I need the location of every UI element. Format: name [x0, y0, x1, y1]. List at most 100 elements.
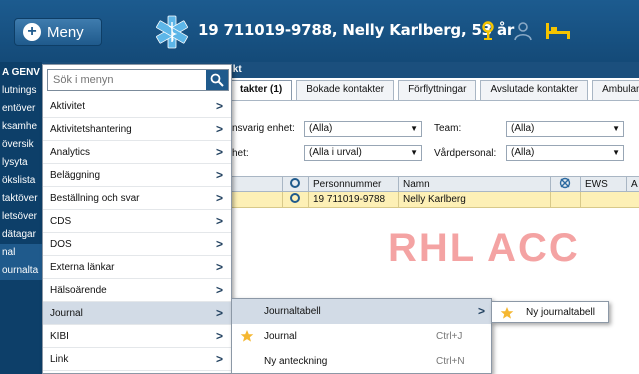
menu-item-dos[interactable]: DOS > — [43, 233, 231, 256]
menu-button[interactable]: + Meny — [14, 18, 102, 46]
filter-label-het: het: — [232, 148, 249, 159]
cell-namn: Nelly Karlberg — [398, 192, 550, 207]
filter-label-team: Team: — [434, 123, 462, 134]
sidebar-item[interactable]: entöver — [0, 100, 42, 118]
tab-ambulans[interactable]: Ambulans — [592, 80, 639, 100]
patient-info: 19 711019-9788, Nelly Karlberg, 53 år — [198, 21, 515, 39]
submenu-item-ny-journaltabell[interactable]: Ny journaltabell — [526, 302, 595, 324]
menu-search-input[interactable] — [48, 70, 206, 90]
sidebar-item[interactable]: dätagar — [0, 226, 42, 244]
urval-select[interactable]: (Alla i urval) ▼ — [304, 145, 422, 161]
chevron-right-icon: > — [215, 283, 223, 297]
menu-item-label: Link — [50, 354, 69, 365]
sidebar-item[interactable]: ournalta — [0, 262, 42, 280]
tab-forflyttningar[interactable]: Förflyttningar — [398, 80, 477, 100]
chevron-right-icon: > — [215, 352, 223, 366]
chevron-right-icon: > — [215, 168, 223, 182]
tab-divider — [230, 100, 639, 101]
chevron-right-icon: > — [215, 191, 223, 205]
menu-button-label: Meny — [47, 23, 84, 41]
menu-item-label: Analytics — [50, 147, 91, 158]
chevron-right-icon: > — [215, 237, 223, 251]
menu-item-label: Beställning och svar — [50, 193, 140, 204]
menu-item-analytics[interactable]: Analytics > — [43, 141, 231, 164]
column-a[interactable]: A — [626, 177, 639, 192]
star-icon — [240, 330, 254, 342]
staff-column-icon[interactable] — [282, 177, 308, 192]
menu-item-journal[interactable]: Journal > — [43, 302, 231, 325]
chevron-right-icon: > — [215, 306, 223, 320]
cell-flag — [550, 192, 580, 207]
sidebar-item[interactable]: ksamhe — [0, 118, 42, 136]
sidebar-item[interactable]: letsöver — [0, 208, 42, 226]
menu-item-label: Aktivitetshantering — [50, 124, 132, 135]
menu-item-kibi[interactable]: KIBI > — [43, 325, 231, 348]
cell-ews — [580, 192, 626, 207]
sidebar-item[interactable]: översik — [0, 136, 42, 154]
team-select-value: (Alla) — [511, 123, 535, 134]
menu-item-belaggning[interactable]: Beläggning > — [43, 164, 231, 187]
tab-strip: takter (1) Bokade kontakter Förflyttning… — [230, 80, 639, 100]
submenu-item-journaltabell[interactable]: Journaltabell > — [232, 299, 491, 324]
menu-item-label: CDS — [50, 216, 72, 227]
star-of-life-icon — [156, 15, 188, 49]
flag-column-icon[interactable] — [550, 177, 580, 192]
menu-item-aktivitet[interactable]: Aktivitet > — [43, 95, 231, 118]
sidebar-item[interactable]: ökslista — [0, 172, 42, 190]
cell-personnummer: 19 711019-9788 — [308, 192, 398, 207]
menu-item-aktivitetshantering[interactable]: Aktivitetshantering > — [43, 118, 231, 141]
vardpersonal-select[interactable]: (Alla) ▼ — [506, 145, 624, 161]
menu-item-label: Aktivitet — [50, 101, 86, 112]
person-icon[interactable] — [512, 18, 534, 44]
sidebar-item[interactable]: lutnings — [0, 82, 42, 100]
tab-bokade-kontakter[interactable]: Bokade kontakter — [296, 80, 395, 100]
menu-item-externa-lankar[interactable]: Externa länkar > — [43, 256, 231, 279]
chevron-down-icon: ▼ — [410, 124, 418, 133]
plus-icon: + — [23, 23, 41, 41]
menu-item-label: DOS — [50, 239, 72, 250]
menu-item-cds[interactable]: CDS > — [43, 210, 231, 233]
shortcut-text: Ctrl+N — [436, 356, 465, 367]
column-personnummer[interactable]: Personnummer — [308, 177, 398, 192]
sidebar-item[interactable]: A GENV — [0, 64, 42, 82]
chevron-right-icon: > — [215, 260, 223, 274]
chevron-right-icon: > — [215, 214, 223, 228]
menu-item-bestallning[interactable]: Beställning och svar > — [43, 187, 231, 210]
sidebar-item[interactable]: nal — [0, 244, 42, 262]
filter-label-vardpersonal: Vårdpersonal: — [434, 148, 497, 159]
chevron-down-icon: ▼ — [612, 148, 620, 157]
submenu-item-label: Journal — [264, 331, 297, 342]
chevron-right-icon: > — [215, 99, 223, 113]
tab-kontakter[interactable]: takter (1) — [230, 80, 293, 100]
submenu-item-label: Ny anteckning — [264, 356, 328, 367]
chevron-down-icon: ▼ — [410, 148, 418, 157]
top-header: + Meny 19 711019-9788, Nelly Karlberg, 5… — [0, 0, 639, 62]
column-namn[interactable]: Namn — [398, 177, 550, 192]
menu-item-halsoarende[interactable]: Hälsoärende > — [43, 279, 231, 302]
table-row[interactable]: 19 711019-9788 Nelly Karlberg — [230, 192, 639, 208]
enhet-select-value: (Alla) — [309, 123, 333, 134]
menu-item-label: Externa länkar — [50, 262, 115, 273]
submenu-item-ny-anteckning[interactable]: Ny anteckning Ctrl+N — [232, 349, 491, 374]
bed-icon[interactable] — [544, 18, 572, 44]
submenu-item-label: Journaltabell — [264, 306, 321, 317]
menu-item-label: Beläggning — [50, 170, 101, 181]
urval-select-value: (Alla i urval) — [309, 147, 362, 158]
menu-search — [47, 69, 229, 91]
menu-item-link[interactable]: Link > — [43, 348, 231, 371]
sidebar-item[interactable]: taktöver — [0, 190, 42, 208]
column-ews[interactable]: EWS — [580, 177, 626, 192]
search-icon[interactable] — [206, 70, 228, 90]
main-menu-dropdown: Aktivitet > Aktivitetshantering > Analytic… — [42, 64, 232, 374]
chevron-right-icon: > — [477, 304, 485, 318]
chevron-right-icon: > — [215, 145, 223, 159]
left-sidebar: A GENV lutnings entöver ksamhe översik l… — [0, 62, 42, 374]
menu-item-label: KIBI — [50, 331, 69, 342]
tab-avslutade-kontakter[interactable]: Avslutade kontakter — [480, 80, 589, 100]
environment-watermark: RHL ACC — [388, 226, 580, 270]
submenu-item-journal[interactable]: Journal Ctrl+J — [232, 324, 491, 349]
location-pin-icon[interactable] — [478, 18, 498, 44]
sidebar-item[interactable]: lysyta — [0, 154, 42, 172]
enhet-select[interactable]: (Alla) ▼ — [304, 121, 422, 137]
team-select[interactable]: (Alla) ▼ — [506, 121, 624, 137]
